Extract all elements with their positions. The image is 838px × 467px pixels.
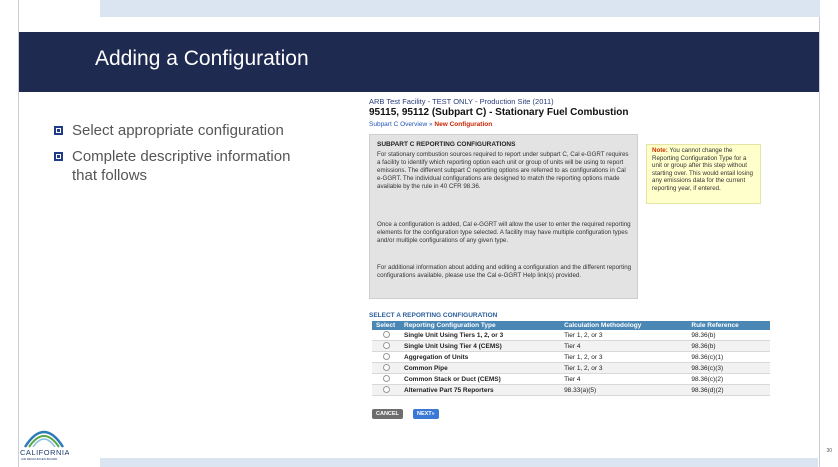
radio-cell[interactable] [372, 384, 400, 396]
column-header: Rule Reference [687, 321, 770, 330]
radio-button[interactable] [382, 330, 390, 338]
info-paragraph: For additional information about adding … [377, 264, 632, 279]
column-header: Select [372, 321, 400, 330]
table-row[interactable]: Common Stack or Duct (CEMS) Tier 4 98.36… [372, 373, 770, 385]
bullet-text: Complete descriptive information that fo… [72, 148, 291, 184]
config-table: Select Reporting Configuration Type Calc… [372, 321, 770, 396]
next-button[interactable]: NEXT» [413, 409, 439, 419]
table-row[interactable]: Aggregation of Units Tier 1, 2, or 3 98.… [372, 351, 770, 363]
top-accent-band [100, 0, 820, 17]
column-header: Reporting Configuration Type [400, 321, 561, 330]
radio-cell[interactable] [372, 330, 400, 341]
carb-logo: CALIFORNIA AIR RESOURCES BOARD [19, 419, 70, 461]
rule-reference: 98.36(c)(3) [687, 362, 770, 374]
subpart-heading: 95115, 95112 (Subpart C) - Stationary Fu… [369, 107, 629, 118]
logo-text: CALIFORNIA [20, 448, 69, 457]
info-title: SUBPART C REPORTING CONFIGURATIONS [377, 141, 516, 148]
radio-cell[interactable] [372, 351, 400, 363]
calc-method: 98.33(a)(5) [560, 384, 688, 396]
info-paragraph: Once a configuration is added, Cal e-GGR… [377, 221, 631, 244]
table-row[interactable]: Alternative Part 75 Reporters 98.33(a)(5… [372, 384, 770, 396]
config-type: Common Stack or Duct (CEMS) [400, 373, 561, 385]
radio-cell[interactable] [372, 373, 400, 385]
config-type: Single Unit Using Tier 4 (CEMS) [400, 340, 561, 352]
info-panel: SUBPART C REPORTING CONFIGURATIONS For s… [369, 134, 638, 299]
config-type: Common Pipe [400, 362, 561, 374]
radio-button[interactable] [382, 363, 390, 371]
note-label: Note: [652, 147, 668, 154]
square-bullet-icon [54, 152, 63, 161]
table-header-row: Select Reporting Configuration Type Calc… [372, 321, 770, 330]
bullet-text: Select appropriate configuration [72, 122, 284, 139]
facility-name: ARB Test Facility - TEST ONLY - Producti… [369, 97, 554, 106]
cancel-button[interactable]: CANCEL [372, 409, 403, 419]
rule-reference: 98.36(b) [687, 340, 770, 352]
warning-note: Note: You cannot change the Reporting Co… [646, 144, 761, 204]
note-text: You cannot change the Reporting Configur… [652, 147, 754, 192]
page-number: 30 [826, 448, 832, 454]
radio-button[interactable] [382, 374, 390, 382]
breadcrumb-separator: » [428, 121, 433, 128]
calc-method: Tier 1, 2, or 3 [560, 351, 688, 363]
rule-reference: 98.36(c)(1) [687, 351, 770, 363]
calc-method: Tier 4 [560, 340, 688, 352]
bullet-item: Select appropriate configuration [54, 121, 304, 140]
calc-method: Tier 1, 2, or 3 [560, 330, 688, 341]
info-paragraph: For stationary combustion sources requir… [377, 151, 629, 190]
breadcrumb: Subpart C Overview » New Configuration [369, 121, 492, 128]
rule-reference: 98.36(b) [687, 330, 770, 341]
slide-title: Adding a Configuration [95, 47, 309, 70]
calc-method: Tier 4 [560, 373, 688, 385]
logo-subtext: AIR RESOURCES BOARD [21, 457, 58, 461]
radio-cell[interactable] [372, 340, 400, 352]
rule-reference: 98.36(c)(2) [687, 373, 770, 385]
select-config-title: SELECT A REPORTING CONFIGURATION [369, 312, 498, 319]
rule-reference: 98.36(d)(2) [687, 384, 770, 396]
breadcrumb-link[interactable]: Subpart C Overview [369, 121, 427, 128]
radio-cell[interactable] [372, 362, 400, 374]
column-header: Calculation Methodology [560, 321, 688, 330]
table-row[interactable]: Common Pipe Tier 1, 2, or 3 98.36(c)(3) [372, 362, 770, 374]
config-type: Aggregation of Units [400, 351, 561, 363]
config-type: Alternative Part 75 Reporters [400, 384, 561, 396]
app-screenshot: ARB Test Facility - TEST ONLY - Producti… [367, 97, 778, 427]
breadcrumb-current: New Configuration [434, 121, 493, 128]
bottom-accent-band [100, 458, 818, 467]
radio-button[interactable] [382, 352, 390, 360]
logo-arc-icon: CALIFORNIA AIR RESOURCES BOARD [20, 430, 70, 461]
bullet-item: Complete descriptive information that fo… [54, 147, 314, 185]
calc-method: Tier 1, 2, or 3 [560, 362, 688, 374]
radio-button[interactable] [382, 385, 390, 393]
table-row[interactable]: Single Unit Using Tiers 1, 2, or 3 Tier … [372, 330, 770, 341]
radio-button[interactable] [382, 341, 390, 349]
config-type: Single Unit Using Tiers 1, 2, or 3 [400, 330, 561, 341]
square-bullet-icon [54, 126, 63, 135]
table-row[interactable]: Single Unit Using Tier 4 (CEMS) Tier 4 9… [372, 340, 770, 352]
